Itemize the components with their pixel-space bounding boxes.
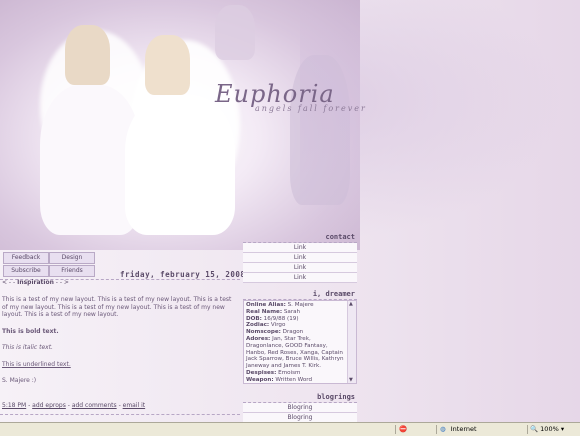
blog-page: Euphoria angels fall forever Feedback De… [0, 0, 580, 422]
blogrings-title: blogrings [243, 393, 357, 403]
underlined-text: This is underlined text. [2, 360, 71, 368]
nav-friends-button[interactable]: Friends [49, 265, 95, 277]
privacy-icon-cell: ⛔ [395, 425, 436, 434]
post-title: < - - Inspiration - - > [2, 279, 69, 286]
post-footer: 5:18 PM - add eprops - add comments - em… [2, 402, 145, 409]
nav-feedback-button[interactable]: Feedback [3, 252, 49, 264]
profile-text: Online Alias: S. Majere Real Name: Sarah… [246, 302, 346, 383]
profile-line: Real Name: Sarah [246, 308, 301, 315]
scroll-up-icon[interactable]: ▲ [349, 301, 353, 307]
profile-line: DOB: 16/9/88 (19) [246, 315, 299, 322]
profile-scrollbar[interactable]: ▲ ▼ [347, 301, 356, 383]
privacy-icon: ⛔ [399, 425, 408, 433]
profile-line: Weapon: Written Word [246, 376, 313, 383]
chevron-down-icon[interactable]: ▾ [561, 425, 564, 433]
zoom-level[interactable]: 100% [540, 425, 559, 433]
contact-title: contact [243, 233, 357, 243]
profile-line: Adores: Jan, Star Trek, Dragonlance, GOO… [246, 335, 344, 370]
browser-status-bar: ⛔ ◍ Internet 🔍 100% ▾ [0, 422, 580, 436]
contact-link[interactable]: Link [243, 263, 357, 273]
post-title-text: Inspiration [17, 279, 54, 286]
contact-section: contact Link Link Link Link [243, 233, 357, 283]
nav-design-button[interactable]: Design [49, 252, 95, 264]
zoom-icon: 🔍 [530, 425, 539, 433]
blogring-link[interactable]: Blogring [243, 413, 357, 422]
post-body: This is a test of my new layout. This is… [2, 296, 238, 394]
blogring-link[interactable]: Blogring [243, 403, 357, 413]
add-comments-link[interactable]: add comments [72, 402, 117, 409]
title-prefix: < - - [2, 279, 18, 286]
post-paragraph: This is a test of my new layout. This is… [2, 296, 232, 318]
signature: S. Majere :) [2, 377, 37, 384]
logo-tagline: angels fall forever [255, 104, 367, 113]
zoom-cell[interactable]: 🔍 100% ▾ [527, 425, 580, 434]
profile-line: Nomscope: Dragon [246, 329, 304, 336]
divider [0, 414, 240, 415]
contact-link[interactable]: Link [243, 253, 357, 263]
profile-line: Online Alias: S. Majere [246, 302, 314, 308]
title-suffix: - - > [53, 279, 69, 286]
globe-icon: ◍ [440, 425, 446, 433]
profile-box: Online Alias: S. Majere Real Name: Sarah… [243, 300, 357, 384]
nav-subscribe-button[interactable]: Subscribe [3, 265, 49, 277]
figure-right [145, 35, 190, 95]
blogrings-section: blogrings Blogring Blogring [243, 393, 357, 422]
profile-line: Despises: Emoism [246, 369, 301, 376]
site-logo: Euphoria angels fall forever [215, 80, 367, 113]
bold-text: This is bold text. [2, 327, 59, 335]
zone-cell: ◍ Internet [436, 425, 527, 434]
post-time-link[interactable]: 5:18 PM [2, 402, 26, 409]
scroll-down-icon[interactable]: ▼ [349, 377, 353, 383]
email-it-link[interactable]: email it [123, 402, 145, 409]
dreamer-title: i, dreamer [243, 290, 357, 300]
security-zone-label: Internet [450, 425, 477, 433]
figure-left [65, 25, 110, 85]
italic-text: This is italic text. [2, 344, 53, 351]
banner-fade [300, 0, 580, 250]
contact-link[interactable]: Link [243, 243, 357, 253]
profile-line: Zodiac: Virgo [246, 322, 286, 329]
post-date: friday, february 15, 2008 [120, 270, 246, 279]
add-eprops-link[interactable]: add eprops [32, 402, 66, 409]
dreamer-section: i, dreamer Online Alias: S. Majere Real … [243, 290, 357, 384]
contact-link[interactable]: Link [243, 273, 357, 283]
